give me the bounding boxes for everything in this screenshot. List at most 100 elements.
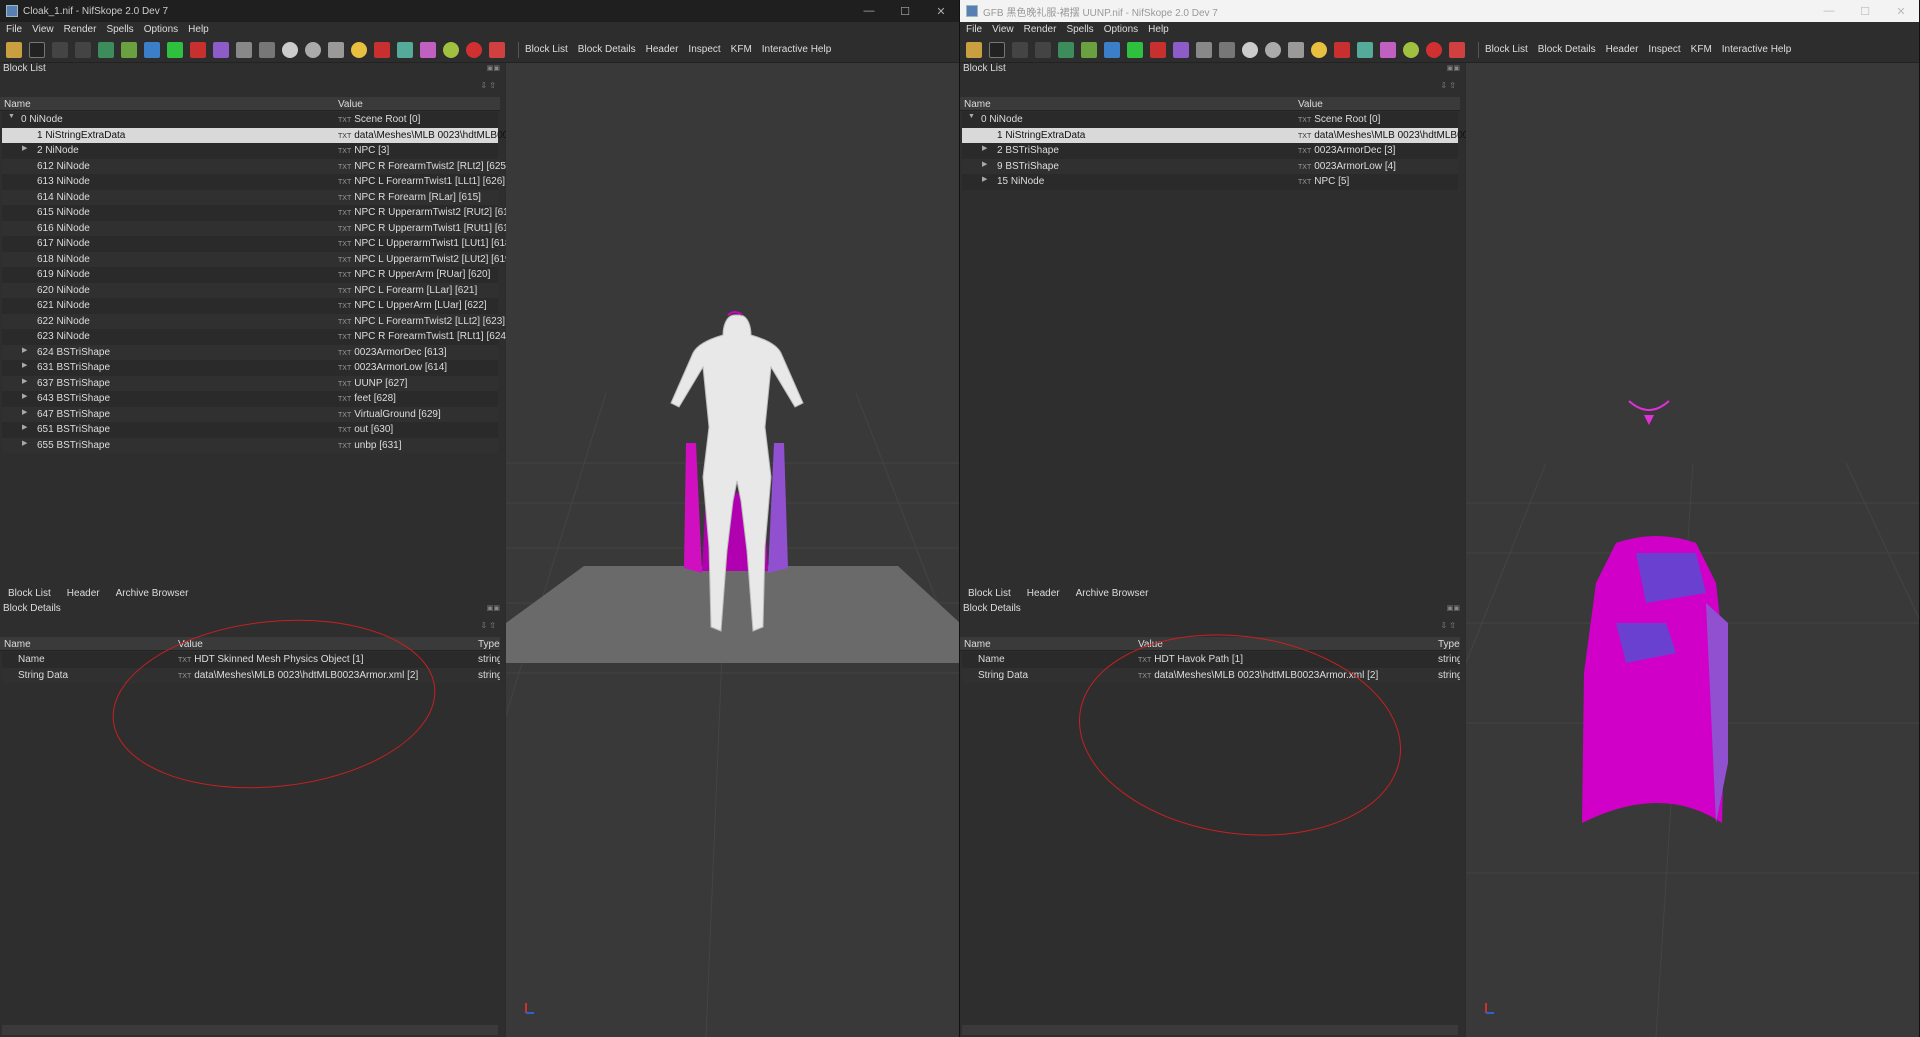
texture-icon[interactable]: [420, 41, 436, 58]
save-icon[interactable]: [989, 41, 1005, 58]
tab-block-list[interactable]: Block List: [8, 588, 51, 599]
expand-arrow-icon[interactable]: ▶: [22, 439, 27, 447]
table-row[interactable]: 613 NiNode TXT NPC L ForearmTwist1 [LLt1] …: [2, 174, 505, 190]
open-folder-icon[interactable]: [6, 41, 22, 58]
front-view-icon[interactable]: [167, 41, 183, 58]
table-row[interactable]: 621 NiNode TXT NPC L UpperArm [LUar] [622]: [2, 298, 498, 314]
eraser-icon[interactable]: [1449, 41, 1465, 58]
top-view-icon[interactable]: [1173, 41, 1189, 58]
expand-collapse-icon[interactable]: ⇩ ⇧: [480, 621, 496, 630]
skeleton-icon[interactable]: [259, 41, 275, 58]
select-icon[interactable]: [236, 41, 252, 58]
table-row[interactable]: 618 NiNode TXT NPC L UpperarmTwist2 [LUt2]…: [2, 251, 513, 267]
col-value[interactable]: Value: [1298, 99, 1323, 110]
toolbar-block-details[interactable]: Block Details: [1538, 44, 1596, 55]
expand-arrow-icon[interactable]: ▶: [22, 392, 27, 400]
table-row[interactable]: 622 NiNode TXT NPC L ForearmTwist2 [LLt2] …: [2, 313, 505, 329]
details-col-type[interactable]: Type: [1438, 639, 1460, 650]
expand-collapse-icon[interactable]: ⇩ ⇧: [1440, 81, 1456, 90]
table-row[interactable]: ▶ 647 BSTriShape TXT VirtualGround [629]: [2, 406, 498, 422]
menu-spells[interactable]: Spells: [1066, 24, 1093, 35]
panel-float-icon[interactable]: ▣▣: [1447, 604, 1460, 612]
perspective-icon[interactable]: [1104, 41, 1120, 58]
marker-icon[interactable]: [1426, 41, 1442, 58]
table-row[interactable]: ▶ 2 BSTriShape TXT 0023ArmorDec [3]: [962, 143, 1458, 159]
render-viewport[interactable]: [506, 63, 959, 1037]
camera-icon[interactable]: [328, 41, 344, 58]
details-col-name[interactable]: Name: [964, 639, 991, 650]
table-row[interactable]: ▼ 0 NiNode TXT Scene Root [0]: [962, 112, 1458, 128]
redo-icon[interactable]: [1035, 41, 1051, 58]
marker-icon[interactable]: [466, 41, 482, 58]
toolbar-block-details[interactable]: Block Details: [578, 44, 636, 55]
table-row[interactable]: ▶ 651 BSTriShape TXT out [630]: [2, 422, 498, 438]
toolbar-header[interactable]: Header: [646, 44, 679, 55]
open-folder-icon[interactable]: [966, 41, 982, 58]
expand-arrow-icon[interactable]: ▶: [22, 144, 27, 152]
load-view-icon[interactable]: [98, 41, 114, 58]
col-value[interactable]: Value: [338, 99, 363, 110]
expand-arrow-icon[interactable]: ▶: [22, 377, 27, 385]
table-row[interactable]: 612 NiNode TXT NPC R ForearmTwist2 [RLt2] …: [2, 158, 509, 174]
panel-float-icon[interactable]: ▣▣: [487, 604, 500, 612]
front-view-icon[interactable]: [1127, 41, 1143, 58]
menu-view[interactable]: View: [32, 24, 54, 35]
top-view-icon[interactable]: [213, 41, 229, 58]
maximize-icon[interactable]: ☐: [1847, 5, 1883, 18]
menu-render[interactable]: Render: [1024, 24, 1057, 35]
menu-help[interactable]: Help: [188, 24, 209, 35]
tab-archive-browser[interactable]: Archive Browser: [116, 588, 189, 599]
expand-collapse-icon[interactable]: ⇩ ⇧: [1440, 621, 1456, 630]
collapse-arrow-icon[interactable]: ▼: [8, 113, 15, 120]
menu-options[interactable]: Options: [144, 24, 178, 35]
render-viewport[interactable]: [1466, 63, 1919, 1037]
table-row[interactable]: 620 NiNode TXT NPC L Forearm [LLar] [621]: [2, 282, 498, 298]
toolbar-block-list[interactable]: Block List: [1485, 44, 1528, 55]
close-icon[interactable]: ✕: [1883, 5, 1919, 18]
save-icon[interactable]: [29, 41, 45, 58]
toolbar-interactive-help[interactable]: Interactive Help: [762, 44, 831, 55]
table-row[interactable]: 614 NiNode TXT NPC R Forearm [RLar] [615]: [2, 189, 498, 205]
toolbar-inspect[interactable]: Inspect: [1648, 44, 1680, 55]
table-row[interactable]: ▶ 9 BSTriShape TXT 0023ArmorLow [4]: [962, 158, 1458, 174]
table-row[interactable]: 617 NiNode TXT NPC L UpperarmTwist1 [LUt1]…: [2, 236, 513, 252]
select-icon[interactable]: [1196, 41, 1212, 58]
eye-icon[interactable]: [282, 41, 298, 58]
eye-icon[interactable]: [1242, 41, 1258, 58]
eraser-icon[interactable]: [489, 41, 505, 58]
toolbar-interactive-help[interactable]: Interactive Help: [1722, 44, 1791, 55]
table-row[interactable]: ▶ 624 BSTriShape TXT 0023ArmorDec [613]: [2, 344, 498, 360]
table-row[interactable]: ▶ 637 BSTriShape TXT UUNP [627]: [2, 375, 498, 391]
maximize-icon[interactable]: ☐: [887, 5, 923, 18]
details-col-name[interactable]: Name: [4, 639, 31, 650]
minimize-icon[interactable]: —: [851, 5, 887, 17]
texture-icon[interactable]: [1380, 41, 1396, 58]
menu-render[interactable]: Render: [64, 24, 97, 35]
reset-view-icon[interactable]: [1081, 41, 1097, 58]
tab-block-list[interactable]: Block List: [968, 588, 1011, 599]
expand-arrow-icon[interactable]: ▶: [982, 160, 987, 168]
expand-arrow-icon[interactable]: ▶: [22, 346, 27, 354]
globe-icon[interactable]: [1403, 41, 1419, 58]
reset-view-icon[interactable]: [121, 41, 137, 58]
tab-header[interactable]: Header: [1027, 588, 1060, 599]
expand-collapse-icon[interactable]: ⇩ ⇧: [480, 81, 496, 90]
skeleton-icon[interactable]: [1219, 41, 1235, 58]
camera-icon[interactable]: [1288, 41, 1304, 58]
col-name[interactable]: Name: [4, 99, 31, 110]
toolbar-kfm[interactable]: KFM: [1691, 44, 1712, 55]
toolbar-kfm[interactable]: KFM: [731, 44, 752, 55]
table-row[interactable]: ▶ 631 BSTriShape TXT 0023ArmorLow [614]: [2, 360, 498, 376]
menu-file[interactable]: File: [6, 24, 22, 35]
table-row[interactable]: ▶ 2 NiNode TXT NPC [3]: [2, 143, 498, 159]
undo-icon[interactable]: [1012, 41, 1028, 58]
table-row[interactable]: 615 NiNode TXT NPC R UpperarmTwist2 [RUt2]…: [2, 205, 517, 221]
toolbar-inspect[interactable]: Inspect: [688, 44, 720, 55]
tab-header[interactable]: Header: [67, 588, 100, 599]
menu-file[interactable]: File: [966, 24, 982, 35]
table-row[interactable]: 1 NiStringExtraData TXT data\Meshes\MLB 00…: [962, 127, 1477, 143]
visibility-icon[interactable]: [305, 41, 321, 58]
menu-spells[interactable]: Spells: [106, 24, 133, 35]
horizontal-scrollbar[interactable]: [962, 1025, 1458, 1035]
table-row[interactable]: 619 NiNode TXT NPC R UpperArm [RUar] [620]: [2, 267, 498, 283]
